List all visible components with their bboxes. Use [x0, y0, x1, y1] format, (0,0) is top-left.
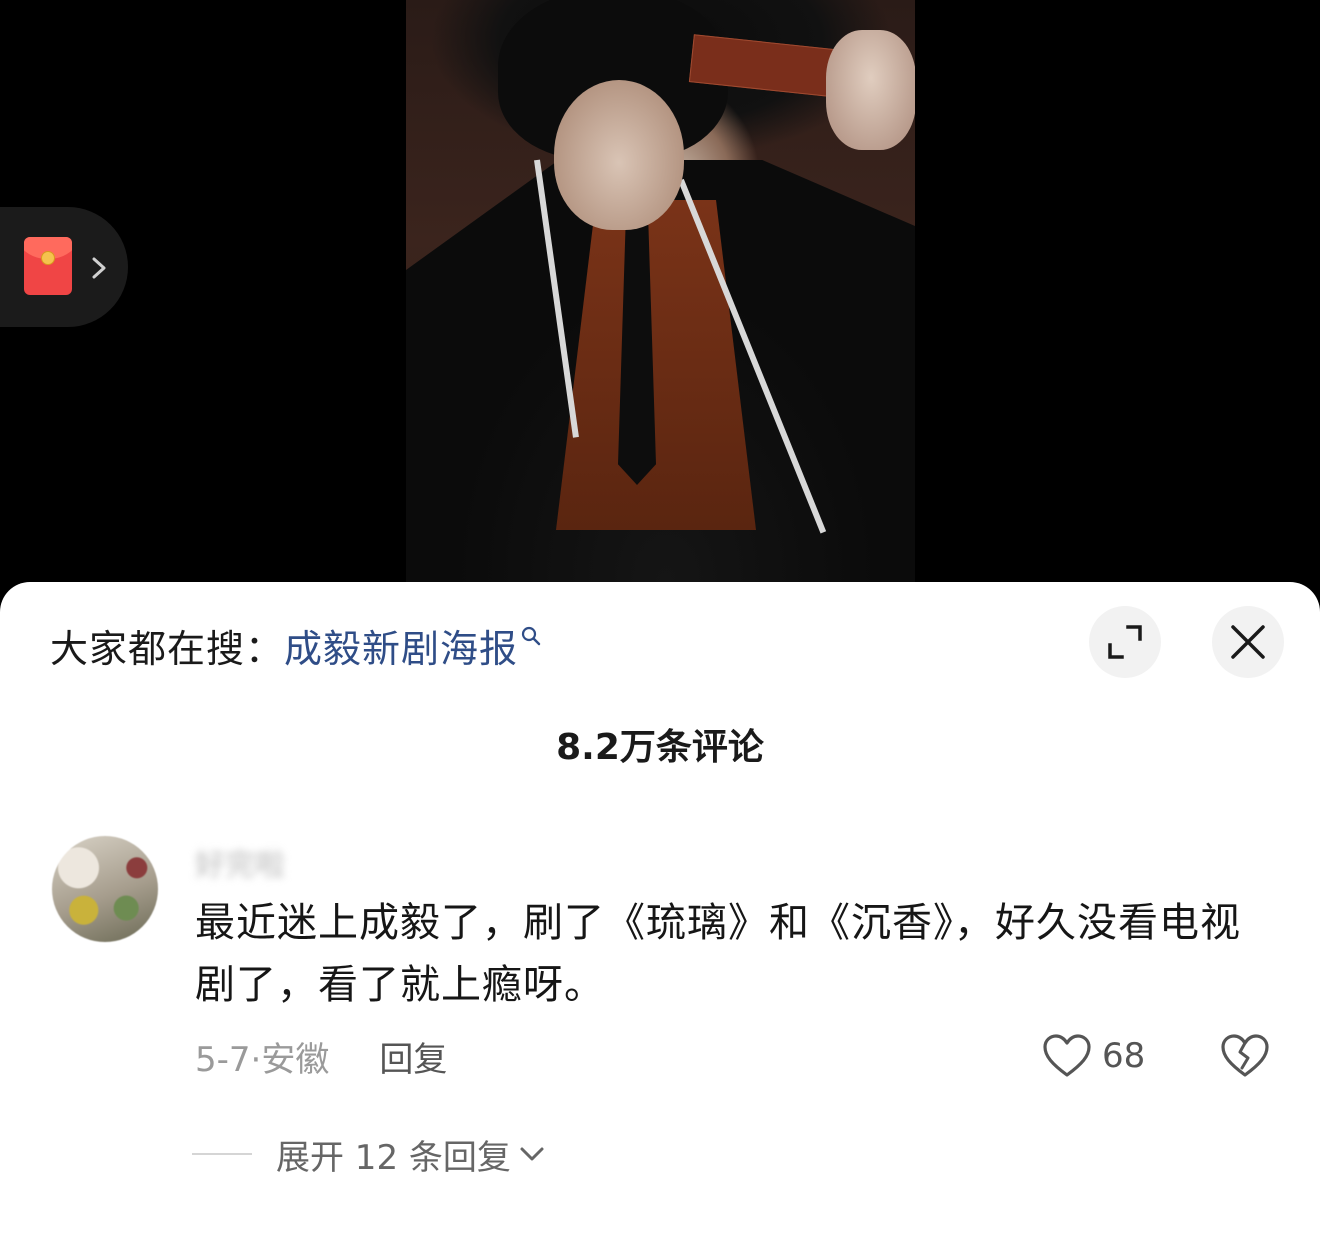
like-count: 68	[1102, 1036, 1146, 1076]
expand-replies-button[interactable]: 展开 12 条回复	[192, 1130, 547, 1178]
trending-search[interactable]: 大家都在搜： 成毅新剧海报	[50, 618, 542, 673]
video-frame-image	[406, 0, 915, 600]
avatar[interactable]	[52, 836, 158, 942]
broken-heart-icon[interactable]	[1220, 1032, 1270, 1080]
comment-meta: 5-7·安徽 回复	[195, 1032, 447, 1080]
video-player[interactable]	[0, 0, 1320, 600]
comment-date-location: 5-7·安徽	[195, 1039, 330, 1080]
chevron-down-icon	[520, 1147, 544, 1161]
close-icon	[1231, 625, 1265, 659]
comment-sheet: 大家都在搜： 成毅新剧海报 8.2万条评论 好完啦 最近迷上成毅了，刷了《琉璃》…	[0, 582, 1320, 1244]
close-button[interactable]	[1212, 606, 1284, 678]
red-packet-button[interactable]	[0, 207, 128, 327]
expand-button[interactable]	[1089, 606, 1161, 678]
comment-username[interactable]: 好完啦	[195, 840, 285, 884]
divider-line	[192, 1153, 252, 1155]
trending-search-term[interactable]: 成毅新剧海报	[284, 618, 518, 673]
search-icon	[521, 626, 541, 646]
like-button[interactable]: 68	[1042, 1032, 1145, 1080]
red-packet-icon	[24, 237, 72, 295]
trending-search-prefix: 大家都在搜：	[50, 626, 285, 671]
heart-outline-icon	[1043, 1034, 1091, 1077]
comment-text[interactable]: 最近迷上成毅了，刷了《琉璃》和《沉香》，好久没看电视剧了，看了就上瘾呀。	[195, 892, 1280, 1016]
reply-button[interactable]: 回复	[379, 1032, 447, 1081]
expand-replies-label: 展开 12 条回复	[276, 1137, 511, 1178]
expand-icon	[1108, 625, 1142, 659]
comment-count-title: 8.2万条评论	[556, 727, 764, 768]
chevron-right-icon	[92, 257, 106, 279]
